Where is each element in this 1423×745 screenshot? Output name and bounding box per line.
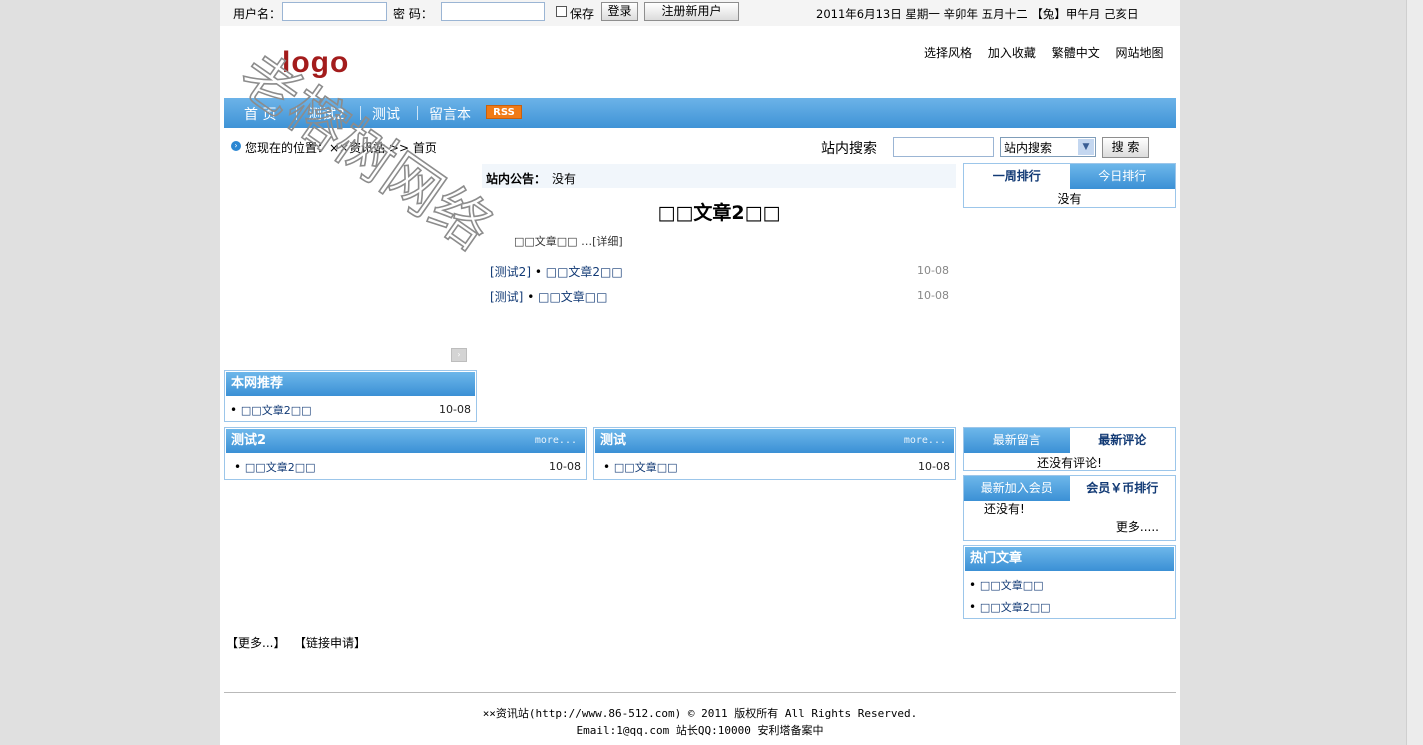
notice-bar: 站内公告： 没有 xyxy=(482,164,956,188)
footer-divider xyxy=(224,692,1176,693)
members-tabs: 最新加入会员 会员￥币排行 xyxy=(964,476,1175,501)
article-title[interactable]: □□文章2□□ xyxy=(980,601,1051,614)
recommend-box: 本网推荐 □□文章2□□ 10-08 xyxy=(224,370,477,422)
tab-weekly-ranking[interactable]: 一周排行 xyxy=(964,164,1070,189)
search-input[interactable] xyxy=(893,137,994,157)
list-item: □□文章2□□ xyxy=(234,459,316,475)
date-text: 2011年6月13日 星期一 辛卯年 五月十二 【兔】甲午月 己亥日 xyxy=(816,7,1139,21)
arrow-right-icon: › xyxy=(231,141,241,151)
save-label: 保存 xyxy=(570,7,595,21)
category-box-test2: 测试2 more... □□文章2□□ 10-08 xyxy=(224,427,587,480)
footer-contact: Email:1@qq.com 站长QQ:10000 安利塔备案中 xyxy=(576,724,824,737)
tab-new-members[interactable]: 最新加入会员 xyxy=(964,476,1070,501)
tab-member-coin-ranking[interactable]: 会员￥币排行 xyxy=(1069,476,1175,501)
chevron-down-icon: ▼ xyxy=(1078,139,1094,155)
window-scrollbar[interactable] xyxy=(1406,0,1423,745)
header-links: 选择风格 加入收藏 繁體中文 网站地图 xyxy=(912,44,1164,61)
article-title[interactable]: □□文章2□□ xyxy=(241,404,312,417)
slide-next-icon[interactable]: › xyxy=(451,348,467,362)
login-button[interactable]: 登录 xyxy=(601,2,638,21)
article-date: 10-08 xyxy=(917,289,949,302)
list-item: □□文章2□□ xyxy=(230,402,312,418)
register-button[interactable]: 注册新用户 xyxy=(644,2,739,21)
username-input[interactable] xyxy=(282,2,387,21)
comments-tabs: 最新留言 最新评论 xyxy=(964,428,1175,453)
ranking-empty-text: 没有 xyxy=(1057,192,1082,206)
ranking-box: 一周排行 今日排行 没有 xyxy=(963,163,1176,208)
article-category[interactable]: [测试] xyxy=(490,290,523,304)
sitemap-link[interactable]: 网站地图 xyxy=(1116,46,1164,60)
links-apply[interactable]: 【链接申请】 xyxy=(294,634,366,651)
login-bar: 用户名： 密 码： 保存 登录 注册新用户 2011年6月13日 星期一 辛卯年… xyxy=(220,0,1180,26)
notice-label: 站内公告： xyxy=(486,172,547,186)
search-scope-select[interactable]: 站内搜索 ▼ xyxy=(1000,137,1096,157)
breadcrumb: 您现在的位置：××资讯站 >> 首页 xyxy=(245,141,437,155)
list-item: □□文章□□ xyxy=(603,459,678,475)
search-button[interactable]: 搜 索 xyxy=(1102,137,1149,158)
comments-box: 最新留言 最新评论 还没有评论! xyxy=(963,427,1176,471)
tab-daily-ranking[interactable]: 今日排行 xyxy=(1069,164,1175,189)
category-box-test: 测试 more... □□文章□□ 10-08 xyxy=(593,427,956,480)
article-title[interactable]: □□文章□□ xyxy=(614,461,678,474)
article-title[interactable]: □□文章□□ xyxy=(538,290,607,304)
article-date: 10-08 xyxy=(917,264,949,277)
add-favorite-link[interactable]: 加入收藏 xyxy=(988,46,1036,60)
nav-divider xyxy=(360,106,361,120)
category-box-title: 测试2 xyxy=(231,433,267,448)
username-label: 用户名： xyxy=(233,7,282,21)
list-item: [测试2] • □□文章2□□ xyxy=(490,265,623,279)
members-empty-text: 还没有! xyxy=(984,502,1025,516)
article-category[interactable]: [测试2] xyxy=(490,265,531,279)
search-scope-value: 站内搜索 xyxy=(1004,141,1053,155)
list-item: □□文章2□□ xyxy=(969,599,1051,615)
article-title[interactable]: □□文章2□□ xyxy=(245,461,316,474)
nav-item-guestbook[interactable]: 留言本 xyxy=(429,104,471,124)
ranking-tabs: 一周排行 今日排行 xyxy=(964,164,1175,189)
site-logo[interactable]: logo xyxy=(282,46,349,80)
category-box-header: 测试 more... xyxy=(595,429,954,453)
article-date: 10-08 xyxy=(549,460,581,473)
article-title[interactable]: □□文章□□ xyxy=(980,579,1044,592)
headline-title[interactable]: □□文章2□□ xyxy=(482,198,956,225)
category-box-header: 测试2 more... xyxy=(226,429,585,453)
members-box: 最新加入会员 会员￥币排行 还没有! 更多..... xyxy=(963,475,1176,541)
hot-articles-box: 热门文章 □□文章□□ □□文章2□□ xyxy=(963,545,1176,619)
nav-item-test2[interactable]: 测试2 xyxy=(308,104,345,124)
article-title[interactable]: □□文章2□□ xyxy=(546,265,623,279)
article-date: 10-08 xyxy=(439,403,471,416)
tab-latest-comments[interactable]: 最新评论 xyxy=(1069,428,1175,453)
more-link[interactable]: more... xyxy=(904,429,946,453)
nav-divider xyxy=(417,106,418,120)
notice-text: 没有 xyxy=(552,172,577,186)
page-container: 用户名： 密 码： 保存 登录 注册新用户 2011年6月13日 星期一 辛卯年… xyxy=(220,0,1180,745)
password-input[interactable] xyxy=(441,2,545,21)
more-link[interactable]: more... xyxy=(535,429,577,453)
list-item: [测试] • □□文章□□ xyxy=(490,290,608,304)
nav-divider xyxy=(296,106,297,120)
save-checkbox[interactable] xyxy=(556,6,567,17)
links-more[interactable]: 【更多...】 xyxy=(226,634,285,651)
choose-style-link[interactable]: 选择风格 xyxy=(924,46,972,60)
main-nav: 首 页 测试2 测试 留言本 RSS xyxy=(224,98,1176,128)
rss-badge[interactable]: RSS xyxy=(486,105,522,119)
list-item: □□文章□□ xyxy=(969,577,1044,593)
traditional-chinese-link[interactable]: 繁體中文 xyxy=(1052,46,1100,60)
comments-empty-text: 还没有评论! xyxy=(1037,456,1102,470)
hot-articles-title: 热门文章 xyxy=(965,547,1174,571)
category-box-title: 测试 xyxy=(600,433,627,448)
headline-summary[interactable]: □□文章□□ …[详细] xyxy=(514,233,623,249)
article-date: 10-08 xyxy=(918,460,950,473)
members-more-link[interactable]: 更多..... xyxy=(1116,518,1159,535)
password-label: 密 码： xyxy=(393,7,433,21)
tab-latest-messages[interactable]: 最新留言 xyxy=(964,428,1070,453)
footer-copyright: ××资讯站(http://www.86-512.com) © 2011 版权所有… xyxy=(482,707,918,720)
search-label: 站内搜索 xyxy=(821,141,877,157)
nav-item-test[interactable]: 测试 xyxy=(372,104,400,124)
recommend-title: 本网推荐 xyxy=(226,372,475,396)
nav-item-home[interactable]: 首 页 xyxy=(244,104,276,124)
